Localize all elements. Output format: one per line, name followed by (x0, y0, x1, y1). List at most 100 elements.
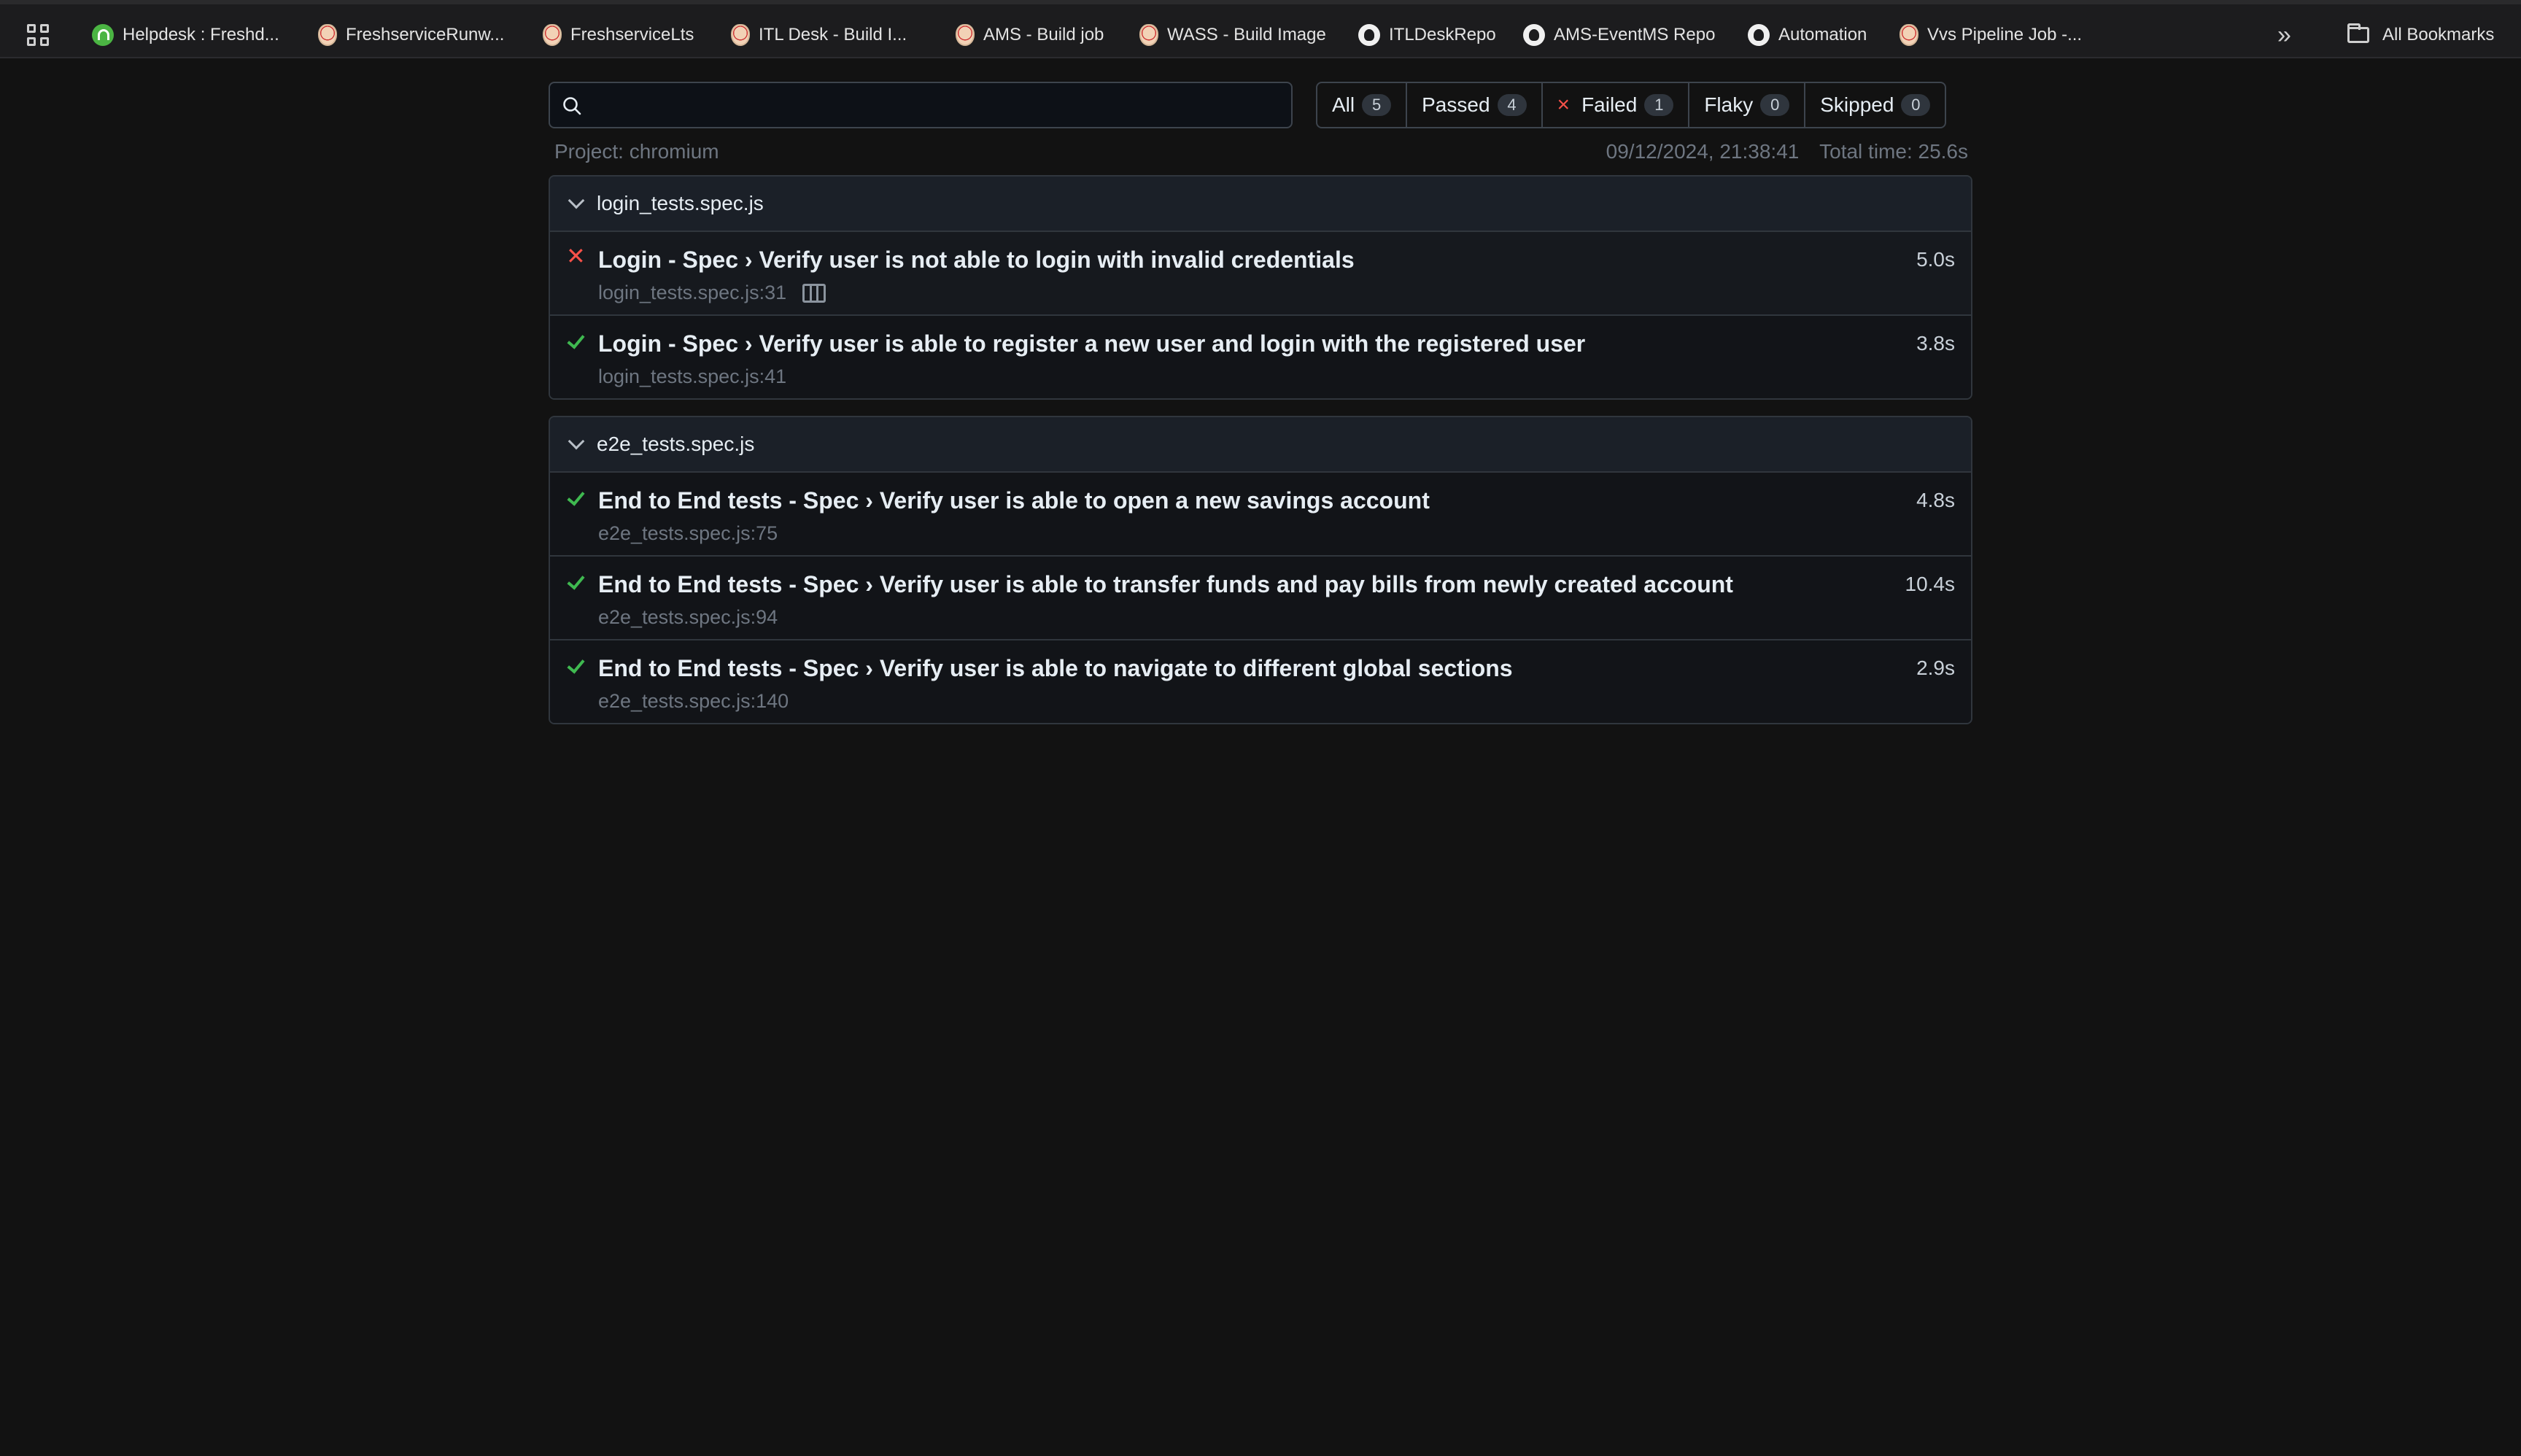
failed-x-icon: ✕ (566, 243, 586, 269)
freshdesk-icon (92, 24, 114, 46)
test-duration: 5.0s (1916, 248, 1955, 271)
passed-check-icon (566, 657, 585, 675)
bookmark-label: AMS-EventMS Repo (1554, 25, 1716, 44)
test-title[interactable]: End to End tests - Spec › Verify user is… (598, 654, 1955, 683)
test-duration: 2.9s (1916, 657, 1955, 679)
search-input[interactable] (594, 89, 1279, 123)
bookmark-itl-desk-build[interactable]: ITL Desk - Build I... (731, 20, 907, 50)
trace-viewer-icon[interactable] (802, 283, 826, 303)
bookmark-label: ITL Desk - Build I... (759, 25, 907, 44)
passed-check-icon (566, 332, 585, 351)
test-row[interactable]: End to End tests - Spec › Verify user is… (550, 557, 1971, 640)
report-meta: Project: chromium 09/12/2024, 21:38:41 T… (549, 128, 1972, 175)
test-row[interactable]: ✕ Login - Spec › Verify user is not able… (550, 232, 1971, 316)
file-header[interactable]: e2e_tests.spec.js (550, 417, 1971, 473)
bookmark-itldeskrepo[interactable]: ITLDeskRepo (1358, 20, 1496, 50)
filter-flaky[interactable]: Flaky 0 (1689, 83, 1806, 127)
test-location-row: e2e_tests.spec.js:94 (598, 606, 1955, 629)
bookmark-freshservice-lts[interactable]: FreshserviceLts (543, 20, 694, 50)
bookmark-label: ITLDeskRepo (1389, 25, 1496, 44)
run-info: 09/12/2024, 21:38:41 Total time: 25.6s (1606, 140, 1968, 163)
filter-skipped[interactable]: Skipped 0 (1805, 83, 1945, 127)
bookmark-label: WASS - Build Image (1167, 25, 1326, 44)
filter-passed[interactable]: Passed 4 (1407, 83, 1543, 127)
bookmark-helpdesk[interactable]: Helpdesk : Freshd... (92, 20, 279, 50)
filter-count: 4 (1497, 94, 1527, 116)
bookmark-label: Helpdesk : Freshd... (123, 25, 279, 44)
test-row[interactable]: Login - Spec › Verify user is able to re… (550, 316, 1971, 398)
test-row[interactable]: End to End tests - Spec › Verify user is… (550, 640, 1971, 723)
apps-grid-icon[interactable] (25, 22, 51, 48)
bookmark-ams-eventms-repo[interactable]: AMS-EventMS Repo (1523, 20, 1715, 50)
file-name: login_tests.spec.js (597, 192, 764, 214)
status-filters: All 5 Passed 4 × Failed 1 Flaky 0 Skippe… (1316, 82, 1947, 128)
filter-count: 0 (1901, 94, 1931, 116)
file-group-login-tests: login_tests.spec.js ✕ Login - Spec › Ver… (549, 175, 1972, 400)
filter-all[interactable]: All 5 (1317, 83, 1408, 127)
bookmark-label: FreshserviceLts (570, 25, 694, 44)
jenkins-icon (1900, 24, 1918, 46)
test-location-row: e2e_tests.spec.js:75 (598, 522, 1955, 545)
test-duration: 10.4s (1905, 573, 1956, 595)
test-location-row: login_tests.spec.js:41 (598, 365, 1955, 388)
jenkins-icon (543, 24, 562, 46)
jenkins-icon (1139, 24, 1158, 46)
test-location: e2e_tests.spec.js:94 (598, 606, 778, 628)
test-title[interactable]: End to End tests - Spec › Verify user is… (598, 486, 1955, 515)
bookmark-freshservice-runway[interactable]: FreshserviceRunw... (318, 20, 504, 50)
test-report: All 5 Passed 4 × Failed 1 Flaky 0 Skippe… (549, 82, 1972, 740)
bookmark-vvs-pipeline-job[interactable]: Vvs Pipeline Job -... (1900, 20, 2082, 50)
search-box[interactable] (549, 82, 1293, 128)
passed-check-icon (566, 573, 585, 592)
test-title[interactable]: End to End tests - Spec › Verify user is… (598, 570, 1955, 599)
file-header[interactable]: login_tests.spec.js (550, 177, 1971, 232)
filter-label: All (1332, 93, 1355, 116)
test-location: login_tests.spec.js:41 (598, 365, 787, 387)
test-location: login_tests.spec.js:31 (598, 282, 787, 303)
bookmark-label: Vvs Pipeline Job -... (1927, 25, 2083, 44)
bookmark-label: Automation (1778, 25, 1867, 44)
chevron-down-icon (568, 192, 585, 209)
filter-label: Passed (1422, 93, 1490, 116)
test-location: e2e_tests.spec.js:140 (598, 690, 789, 712)
github-icon (1523, 24, 1545, 46)
passed-check-icon (566, 489, 585, 508)
filter-count: 5 (1362, 94, 1392, 116)
jenkins-icon (956, 24, 975, 46)
test-duration: 4.8s (1916, 489, 1955, 511)
project-name: Project: chromium (554, 140, 719, 163)
bookmark-label: AMS - Build job (983, 25, 1104, 44)
all-bookmarks-label: All Bookmarks (2382, 25, 2495, 44)
jenkins-icon (731, 24, 750, 46)
file-name: e2e_tests.spec.js (597, 433, 755, 455)
filter-failed[interactable]: × Failed 1 (1543, 83, 1690, 127)
filter-label: Skipped (1820, 93, 1894, 116)
filter-label: Flaky (1704, 93, 1754, 116)
filter-count: 1 (1644, 94, 1674, 116)
bookmark-automation[interactable]: Automation (1748, 20, 1867, 50)
folder-icon (2347, 23, 2369, 43)
all-bookmarks-button[interactable]: All Bookmarks (2347, 20, 2494, 50)
test-location-row: e2e_tests.spec.js:140 (598, 690, 1955, 713)
test-location-row: login_tests.spec.js:31 (598, 282, 1955, 304)
bookmark-label: FreshserviceRunw... (346, 25, 505, 44)
filter-count: 0 (1760, 94, 1790, 116)
report-toolbar: All 5 Passed 4 × Failed 1 Flaky 0 Skippe… (549, 82, 1972, 128)
chevron-down-icon (568, 433, 585, 450)
test-title[interactable]: Login - Spec › Verify user is not able t… (598, 245, 1955, 274)
test-title[interactable]: Login - Spec › Verify user is able to re… (598, 329, 1955, 358)
bookmark-wass-build-image[interactable]: WASS - Build Image (1139, 20, 1326, 50)
run-timestamp: 09/12/2024, 21:38:41 (1606, 140, 1800, 163)
file-group-e2e-tests: e2e_tests.spec.js End to End tests - Spe… (549, 416, 1972, 724)
jenkins-icon (318, 24, 337, 46)
test-row[interactable]: End to End tests - Spec › Verify user is… (550, 473, 1971, 557)
filter-label: Failed (1581, 93, 1638, 116)
bookmarks-overflow-icon[interactable]: » (2277, 20, 2291, 50)
test-duration: 3.8s (1916, 332, 1955, 355)
bookmarks-bar: Helpdesk : Freshd... FreshserviceRunw...… (0, 0, 2521, 58)
github-icon (1748, 24, 1770, 46)
github-icon (1358, 24, 1380, 46)
total-time: Total time: 25.6s (1819, 140, 1968, 163)
test-location: e2e_tests.spec.js:75 (598, 522, 778, 544)
bookmark-ams-build-job[interactable]: AMS - Build job (956, 20, 1104, 50)
